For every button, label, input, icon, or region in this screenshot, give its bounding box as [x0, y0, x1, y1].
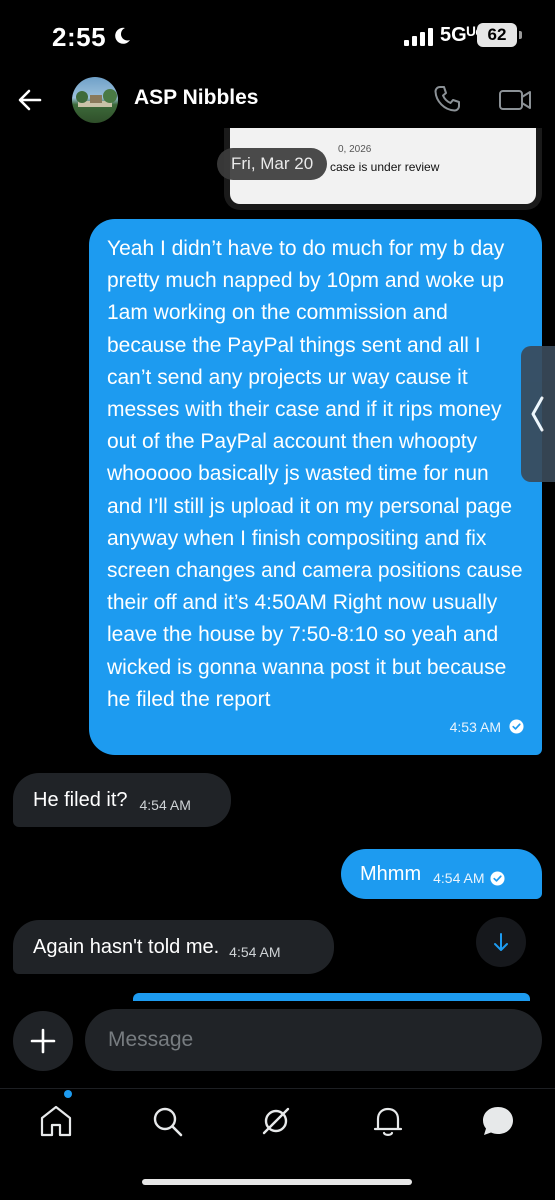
- home-indicator: [142, 1179, 412, 1185]
- message-bubble-outgoing[interactable]: Mhmm 4:54 AM: [341, 849, 542, 899]
- add-attachment-button[interactable]: [13, 1011, 73, 1071]
- message-time: 4:54 AM: [229, 944, 281, 960]
- scroll-to-bottom-button[interactable]: [476, 917, 526, 967]
- message-text: He filed it?: [33, 788, 128, 811]
- search-icon[interactable]: [147, 1101, 187, 1141]
- message-time: 4:54 AM: [139, 797, 191, 813]
- conversation-header: ASP Nibbles: [0, 72, 555, 128]
- grok-icon[interactable]: [256, 1101, 296, 1141]
- message-time: 4:54 AM: [433, 870, 485, 886]
- video-icon[interactable]: [498, 86, 532, 114]
- message-time: 4:53 AM: [449, 718, 501, 735]
- bell-icon[interactable]: [368, 1101, 408, 1141]
- attachment-date: 0, 2026: [338, 144, 372, 155]
- avatar-image: [76, 89, 117, 107]
- message-text: Again hasn't told me.: [33, 935, 220, 958]
- message-text: Mhmm: [360, 862, 422, 885]
- attachment-text: case is under review: [330, 160, 440, 174]
- message-bubble-outgoing[interactable]: Yeah I didn’t have to do much for my b d…: [89, 219, 542, 755]
- avatar[interactable]: [72, 77, 118, 123]
- date-divider: Fri, Mar 20: [217, 148, 328, 180]
- message-bubble-incoming[interactable]: He filed it? 4:54 AM: [13, 773, 231, 827]
- contact-name[interactable]: ASP Nibbles: [134, 86, 258, 110]
- back-arrow-icon[interactable]: [14, 84, 46, 116]
- notification-dot: [64, 1090, 72, 1098]
- battery-indicator: 62: [477, 23, 517, 47]
- home-icon[interactable]: [36, 1101, 76, 1141]
- read-check-icon: [509, 719, 524, 734]
- arrow-down-icon: [494, 933, 508, 951]
- status-bar: 2:55 5Gᵁᶜ 62: [0, 0, 555, 72]
- message-bubble-outgoing-partial: [133, 993, 530, 1001]
- signal-icon: [404, 28, 433, 46]
- plus-icon: [30, 1028, 56, 1054]
- messages-icon[interactable]: [478, 1101, 518, 1141]
- chevron-left-icon: [531, 396, 544, 432]
- phone-icon[interactable]: [432, 84, 462, 114]
- status-time: 2:55: [52, 22, 107, 52]
- side-panel-handle[interactable]: [521, 346, 555, 482]
- moon-icon: [115, 27, 130, 44]
- message-meta: 4:53 AM: [450, 711, 524, 743]
- message-text: Yeah I didn’t have to do much for my b d…: [107, 237, 523, 711]
- message-bubble-incoming[interactable]: Again hasn't told me. 4:54 AM: [13, 920, 334, 974]
- battery-cap: [519, 31, 522, 39]
- message-composer: [0, 1001, 555, 1081]
- read-check-icon: [490, 870, 506, 886]
- message-input[interactable]: [85, 1009, 542, 1071]
